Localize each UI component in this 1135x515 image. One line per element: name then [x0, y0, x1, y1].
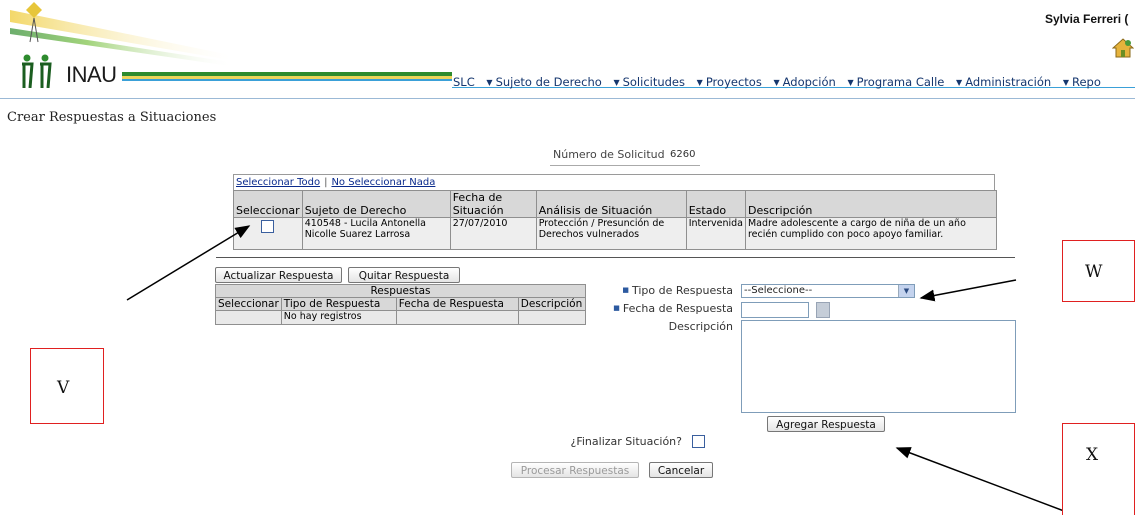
- nav-item-solicitudes[interactable]: ▼ Solicitudes: [613, 75, 685, 89]
- empty-cell: [517, 310, 587, 325]
- description-cell: Madre adolescente a cargo de niña de un …: [744, 217, 998, 250]
- subject-cell: 410548 - Lucila Antonella Nicolle Suarez…: [301, 217, 451, 250]
- column-header: Tipo de Respuesta: [280, 297, 397, 311]
- response-date-label: ■ Fecha de Respuesta: [613, 302, 733, 315]
- annotation-label-w: W: [1085, 262, 1103, 282]
- dropdown-arrow-icon: ▼: [613, 78, 620, 87]
- selection-links: Seleccionar Todo | No Seleccionar Nada: [233, 174, 995, 190]
- request-number-value: 6260: [670, 149, 696, 160]
- column-header: Fecha de Situación: [449, 190, 537, 218]
- column-header: Seleccionar: [215, 297, 282, 311]
- column-header: Análisis de Situación: [535, 190, 687, 218]
- empty-cell: [215, 310, 282, 325]
- situations-table: Seleccionar Sujeto de Derecho Fecha de S…: [233, 190, 998, 250]
- nav-item-administracion[interactable]: ▼ Administración: [956, 75, 1051, 89]
- status-cell: Intervenida: [685, 217, 746, 250]
- calendar-icon[interactable]: [816, 302, 830, 318]
- response-type-label: ■ Tipo de Respuesta: [622, 284, 733, 297]
- empty-cell: [395, 310, 519, 325]
- date-cell: 27/07/2010: [449, 217, 537, 250]
- description-textarea[interactable]: [741, 320, 1016, 413]
- column-header: Sujeto de Derecho: [301, 190, 451, 218]
- responses-caption: Respuestas: [215, 284, 586, 298]
- dropdown-arrow-icon: ▼: [956, 78, 963, 87]
- response-type-select[interactable]: --Seleccione-- ▼: [741, 284, 915, 298]
- section-divider: [216, 257, 1015, 258]
- column-header: Descripción: [517, 297, 587, 311]
- table-header-row: Seleccionar Sujeto de Derecho Fecha de S…: [233, 190, 998, 218]
- nav-item-reportes[interactable]: ▼ Repo: [1063, 75, 1101, 89]
- dropdown-arrow-icon: ▼: [773, 78, 780, 87]
- dropdown-arrow-icon: ▼: [486, 78, 493, 87]
- dropdown-arrow-icon: ▼: [696, 78, 703, 87]
- nav-item-programa-calle[interactable]: ▼ Programa Calle: [847, 75, 944, 89]
- nav-item-slc[interactable]: SLC: [453, 75, 475, 89]
- table-row: 410548 - Lucila Antonella Nicolle Suarez…: [233, 217, 998, 250]
- table-row: No hay registros: [215, 310, 587, 325]
- annotation-box-x: [1062, 423, 1135, 515]
- description-label: Descripción: [668, 320, 733, 333]
- main-nav: SLC ▼ Sujeto de Derecho ▼ Solicitudes ▼ Pro…: [453, 75, 1109, 89]
- cancel-button[interactable]: Cancelar: [649, 462, 713, 478]
- required-marker-icon: ■: [613, 304, 620, 312]
- column-header: Seleccionar: [233, 190, 303, 218]
- column-header: Fecha de Respuesta: [395, 297, 519, 311]
- add-response-button[interactable]: Agregar Respuesta: [767, 416, 885, 432]
- nav-item-sujeto-de-derecho[interactable]: ▼ Sujeto de Derecho: [486, 75, 601, 89]
- column-header: Descripción: [744, 190, 998, 218]
- response-date-input[interactable]: [741, 302, 809, 318]
- analysis-cell: Protección / Presunción de Derechos vuln…: [535, 217, 687, 250]
- dropdown-arrow-icon: ▼: [1062, 78, 1069, 87]
- select-all-link[interactable]: Seleccionar Todo: [236, 177, 320, 188]
- nav-item-proyectos[interactable]: ▼ Proyectos: [697, 75, 762, 89]
- table-caption-row: Respuestas: [215, 284, 586, 298]
- update-response-button[interactable]: Actualizar Respuesta: [215, 267, 342, 283]
- home-icon[interactable]: [1112, 37, 1134, 59]
- table-header-row: Seleccionar Tipo de Respuesta Fecha de R…: [215, 297, 587, 311]
- select-none-link[interactable]: No Seleccionar Nada: [331, 177, 435, 188]
- chevron-down-icon[interactable]: ▼: [898, 285, 914, 297]
- selected-option: --Seleccione--: [744, 285, 813, 296]
- nav-item-adopcion[interactable]: ▼ Adopción: [773, 75, 835, 89]
- brand-name: INAU: [66, 62, 117, 87]
- finalize-situation-label: ¿Finalizar Situación?: [570, 435, 683, 448]
- divider: [550, 165, 700, 166]
- column-header: Estado: [685, 190, 746, 218]
- annotation-label-x: X: [1086, 445, 1099, 465]
- remove-response-button[interactable]: Quitar Respuesta: [348, 267, 460, 283]
- inau-logo-icon: [22, 2, 52, 88]
- request-number-label: Número de Solicitud: [553, 148, 665, 161]
- responses-table: Respuestas Seleccionar Tipo de Respuesta…: [215, 284, 587, 325]
- row-select-cell: [233, 217, 303, 250]
- annotation-label-v: V: [57, 378, 70, 398]
- empty-message: No hay registros: [280, 310, 397, 325]
- process-responses-button: Procesar Respuestas: [511, 462, 639, 478]
- header-divider: [0, 98, 1135, 99]
- link-separator: |: [324, 177, 328, 188]
- required-marker-icon: ■: [622, 286, 629, 294]
- page-title: Crear Respuestas a Situaciones: [7, 110, 217, 125]
- user-name[interactable]: Sylvia Ferreri (: [1045, 12, 1128, 26]
- row-checkbox[interactable]: [261, 220, 275, 233]
- dropdown-arrow-icon: ▼: [847, 78, 854, 87]
- finalize-situation-checkbox[interactable]: [692, 435, 705, 448]
